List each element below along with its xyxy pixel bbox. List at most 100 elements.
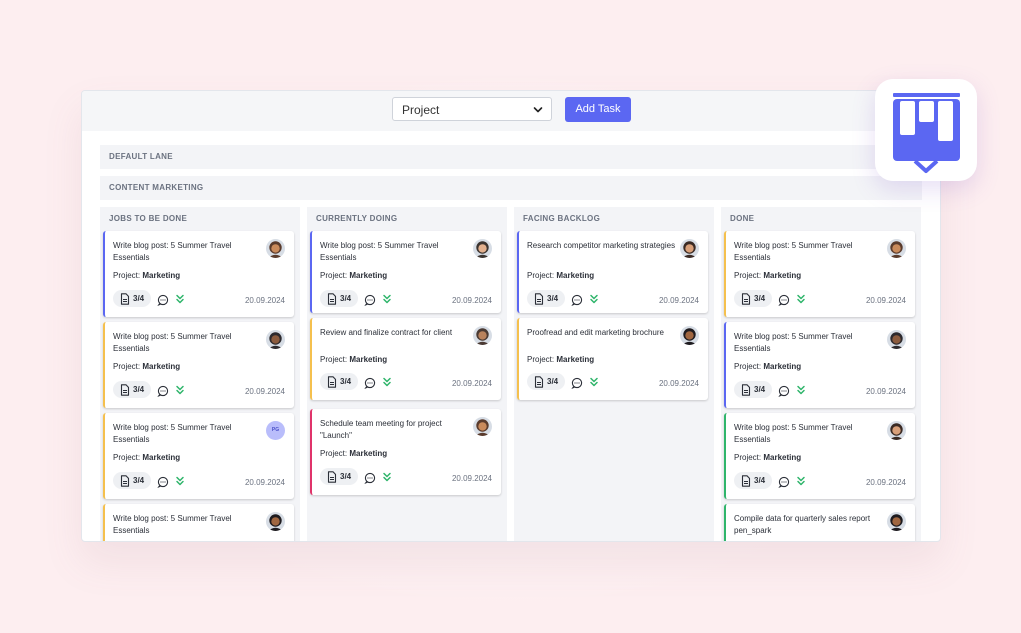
initials-avatar[interactable]: PG [266, 421, 285, 440]
avatar[interactable] [473, 239, 492, 258]
document-icon [741, 384, 751, 402]
comment-icon[interactable] [778, 384, 790, 402]
subtask-counter[interactable]: 3/4 [320, 373, 358, 390]
due-date: 20.09.2024 [658, 379, 699, 388]
comment-icon[interactable] [571, 376, 583, 394]
column-done: DONE Write blog post: 5 Summer Travel Ess… [721, 207, 921, 541]
task-card[interactable]: Write blog post: 5 Summer Travel Essenti… [103, 413, 294, 499]
subtask-counter[interactable]: 3/4 [320, 290, 358, 307]
task-title: Write blog post: 5 Summer Travel Essenti… [113, 241, 232, 262]
project-name: Marketing [763, 271, 802, 280]
column-title: FACING BACKLOG [523, 214, 601, 223]
task-card[interactable]: Write blog post: 5 Summer Travel Essenti… [103, 322, 294, 408]
project-prefix: Project: [734, 271, 762, 280]
avatar[interactable] [473, 326, 492, 345]
project-select[interactable]: Project [392, 97, 552, 121]
subtask-counter[interactable]: 3/4 [527, 290, 565, 307]
project-name: Marketing [142, 362, 181, 371]
project-label: Project: Marketing [734, 271, 801, 280]
subtask-count: 3/4 [133, 294, 145, 303]
column-title: JOBS TO BE DONE [109, 214, 188, 223]
comment-icon[interactable] [157, 384, 169, 402]
subtask-counter[interactable]: 3/4 [113, 472, 151, 489]
comment-icon[interactable] [364, 471, 376, 489]
avatar[interactable] [266, 512, 285, 531]
project-prefix: Project: [320, 449, 348, 458]
avatar[interactable] [887, 512, 906, 531]
avatar[interactable] [680, 239, 699, 258]
project-label: Project: Marketing [320, 271, 387, 280]
avatar[interactable] [887, 239, 906, 258]
lane-content-marketing[interactable]: CONTENT MARKETING [100, 176, 922, 200]
task-card[interactable]: Write blog post: 5 Summer Travel Essenti… [103, 504, 294, 541]
avatar[interactable] [266, 330, 285, 349]
due-date: 20.09.2024 [451, 379, 492, 388]
chevron-down-icon [533, 98, 543, 130]
due-date: 20.09.2024 [865, 387, 906, 396]
document-icon [741, 475, 751, 493]
subtask-count: 3/4 [547, 377, 559, 386]
double-chevron-down-icon [796, 474, 806, 492]
task-card[interactable]: Schedule team meeting for project "Launc… [310, 409, 501, 495]
comment-icon[interactable] [778, 475, 790, 493]
document-icon [120, 475, 130, 493]
task-title: Write blog post: 5 Summer Travel Essenti… [734, 332, 853, 353]
comment-icon[interactable] [157, 293, 169, 311]
project-name: Marketing [142, 271, 181, 280]
task-title: Proofread and edit marketing brochure [527, 328, 664, 337]
subtask-counter[interactable]: 3/4 [734, 381, 772, 398]
double-chevron-down-icon [796, 292, 806, 310]
project-prefix: Project: [320, 355, 348, 364]
task-title: Write blog post: 5 Summer Travel Essenti… [734, 423, 853, 444]
document-icon [327, 471, 337, 489]
avatar[interactable] [266, 239, 285, 258]
subtask-counter[interactable]: 3/4 [527, 373, 565, 390]
due-date: 20.09.2024 [865, 478, 906, 487]
add-task-button[interactable]: Add Task [565, 97, 631, 122]
comment-icon[interactable] [157, 475, 169, 493]
task-card[interactable]: Review and finalize contract for client P… [310, 318, 501, 400]
comment-icon[interactable] [364, 376, 376, 394]
avatar[interactable] [887, 330, 906, 349]
avatar[interactable] [887, 421, 906, 440]
project-label: Project: Marketing [734, 362, 801, 371]
subtask-counter[interactable]: 3/4 [320, 468, 358, 485]
task-card[interactable]: Compile data for quarterly sales report … [724, 504, 915, 541]
toolbar: Project Add Task [82, 91, 940, 131]
project-prefix: Project: [113, 453, 141, 462]
subtask-counter[interactable]: 3/4 [734, 472, 772, 489]
task-title: Write blog post: 5 Summer Travel Essenti… [320, 241, 439, 262]
subtask-counter[interactable]: 3/4 [734, 290, 772, 307]
task-card[interactable]: Research competitor marketing strategies… [517, 231, 708, 313]
column-currently-doing: CURRENTLY DOING Write blog post: 5 Summer… [307, 207, 507, 541]
task-title: Schedule team meeting for project "Launc… [320, 419, 442, 440]
lane-default[interactable]: DEFAULT LANE [100, 145, 922, 169]
subtask-counter[interactable]: 3/4 [113, 381, 151, 398]
comment-icon[interactable] [571, 293, 583, 311]
comment-icon[interactable] [364, 293, 376, 311]
task-card[interactable]: Write blog post: 5 Summer Travel Essenti… [724, 322, 915, 408]
project-label: Project: Marketing [113, 271, 180, 280]
double-chevron-down-icon [589, 292, 599, 310]
avatar[interactable] [473, 417, 492, 436]
double-chevron-down-icon [382, 375, 392, 393]
task-card[interactable]: Write blog post: 5 Summer Travel Essenti… [310, 231, 501, 313]
double-chevron-down-icon [175, 292, 185, 310]
task-title: Write blog post: 5 Summer Travel Essenti… [113, 423, 232, 444]
task-card[interactable]: Write blog post: 5 Summer Travel Essenti… [724, 231, 915, 317]
subtask-count: 3/4 [340, 472, 352, 481]
document-icon [534, 376, 544, 394]
task-card[interactable]: Write blog post: 5 Summer Travel Essenti… [724, 413, 915, 499]
avatar-initials: PG [271, 427, 280, 433]
project-prefix: Project: [734, 453, 762, 462]
subtask-counter[interactable]: 3/4 [113, 290, 151, 307]
task-card[interactable]: Proofread and edit marketing brochure Pro… [517, 318, 708, 400]
project-prefix: Project: [113, 271, 141, 280]
due-date: 20.09.2024 [244, 296, 285, 305]
column-jobs-to-be-done: JOBS TO BE DONE Write blog post: 5 Summer… [100, 207, 300, 541]
task-card[interactable]: Write blog post: 5 Summer Travel Essenti… [103, 231, 294, 317]
avatar[interactable] [680, 326, 699, 345]
kanban-window: Project Add Task DEFAULT LANE CONTENT MA… [81, 90, 941, 542]
due-date: 20.09.2024 [244, 478, 285, 487]
comment-icon[interactable] [778, 293, 790, 311]
